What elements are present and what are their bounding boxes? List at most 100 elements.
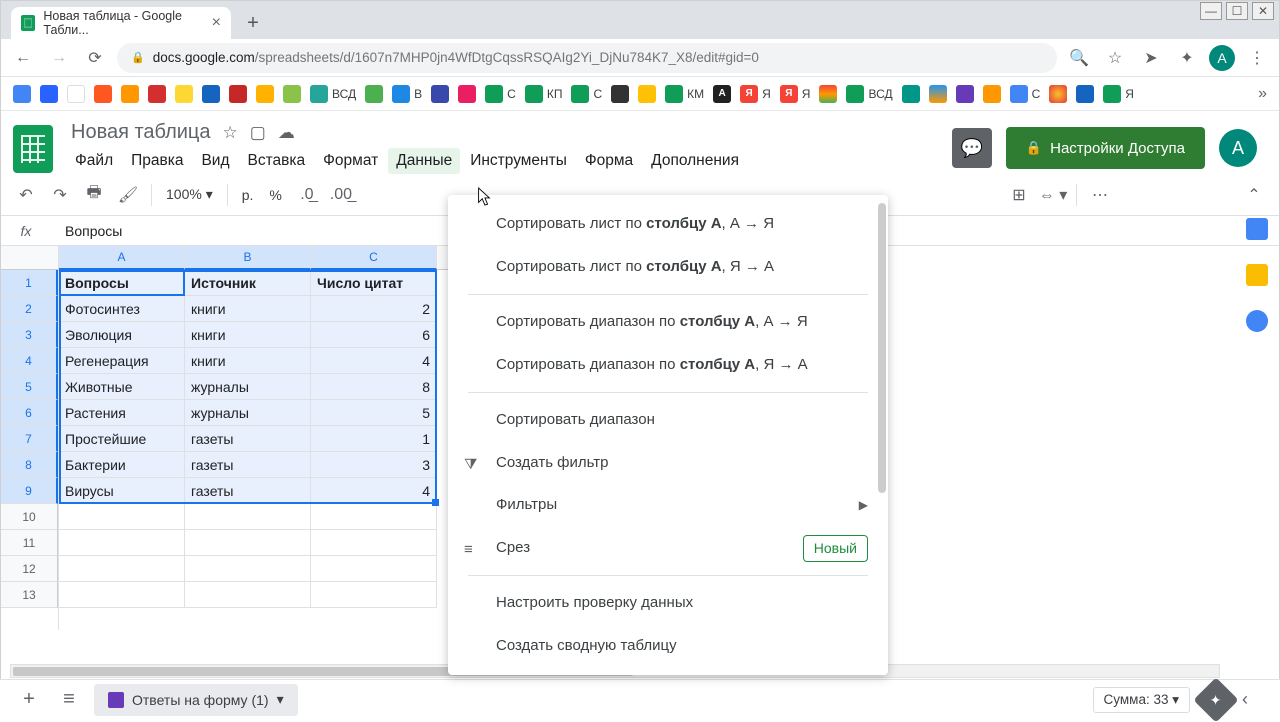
sort-range-asc[interactable]: Сортировать диапазон по столбцу A, А → Я <box>448 301 888 344</box>
bookmark-item[interactable]: КП <box>525 85 563 103</box>
more-toolbar-button[interactable]: ⋯ <box>1085 180 1115 210</box>
column-header[interactable]: B <box>185 246 311 270</box>
cell[interactable] <box>185 530 311 556</box>
row-header[interactable]: 2 <box>1 296 58 322</box>
bookmark-icon[interactable] <box>283 85 301 103</box>
bookmark-icon[interactable] <box>175 85 193 103</box>
account-avatar[interactable]: А <box>1219 129 1257 167</box>
cell[interactable]: книги <box>185 348 311 374</box>
cell[interactable] <box>59 556 185 582</box>
cell[interactable]: Вопросы <box>59 270 185 296</box>
slicer[interactable]: ≡ Срез Новый <box>448 527 888 570</box>
cell[interactable]: Источник <box>185 270 311 296</box>
cell[interactable]: Эволюция <box>59 322 185 348</box>
row-header[interactable]: 1 <box>1 270 58 296</box>
increase-decimal-button[interactable]: .00̲ <box>326 180 356 210</box>
bookmark-item[interactable]: ЯЯ <box>780 85 811 103</box>
bookmark-star-icon[interactable]: ☆ <box>1101 44 1129 72</box>
bookmark-icon[interactable]: A <box>713 85 731 103</box>
bookmark-icon[interactable] <box>94 85 112 103</box>
cell[interactable] <box>185 582 311 608</box>
bookmark-icon[interactable] <box>13 85 31 103</box>
row-header[interactable]: 8 <box>1 452 58 478</box>
menu-файл[interactable]: Файл <box>67 148 121 174</box>
cell[interactable]: Вирусы <box>59 478 185 504</box>
bookmark-icon[interactable] <box>148 85 166 103</box>
tab-close-icon[interactable]: × <box>212 14 221 32</box>
menu-дополнения[interactable]: Дополнения <box>643 148 747 174</box>
add-sheet-button[interactable]: + <box>14 685 44 715</box>
cell[interactable] <box>311 504 437 530</box>
cell[interactable]: 5 <box>311 400 437 426</box>
cell[interactable]: журналы <box>185 400 311 426</box>
bookmark-item[interactable]: С <box>1010 85 1041 103</box>
cell[interactable]: книги <box>185 322 311 348</box>
sum-status[interactable]: Сумма: 33 ▾ <box>1093 687 1190 713</box>
bookmark-item[interactable]: КМ <box>665 85 704 103</box>
bookmark-icon[interactable] <box>202 85 220 103</box>
bookmark-icon[interactable] <box>40 85 58 103</box>
all-sheets-button[interactable]: ≡ <box>54 685 84 715</box>
url-field[interactable]: 🔒 docs.google.com/spreadsheets/d/1607n7M… <box>117 43 1057 73</box>
row-header[interactable]: 4 <box>1 348 58 374</box>
bookmark-icon[interactable] <box>956 85 974 103</box>
new-tab-button[interactable]: + <box>239 9 267 37</box>
bookmark-icon[interactable] <box>983 85 1001 103</box>
merge-button[interactable]: ⇔ ▾ <box>1038 180 1068 210</box>
doc-title[interactable]: Новая таблица <box>71 121 211 144</box>
row-header[interactable]: 3 <box>1 322 58 348</box>
row-header[interactable]: 9 <box>1 478 58 504</box>
browser-profile-avatar[interactable]: A <box>1209 45 1235 71</box>
cell[interactable]: Бактерии <box>59 452 185 478</box>
bookmark-icon[interactable] <box>365 85 383 103</box>
cell[interactable] <box>311 582 437 608</box>
bookmark-item[interactable]: ВСД <box>846 85 892 103</box>
row-header[interactable]: 6 <box>1 400 58 426</box>
bookmark-icon[interactable] <box>458 85 476 103</box>
filters-submenu[interactable]: Фильтры ▶ <box>448 484 888 527</box>
cell[interactable]: Число цитат <box>311 270 437 296</box>
create-filter[interactable]: ⧩ Создать фильтр <box>448 442 888 485</box>
menu-правка[interactable]: Правка <box>123 148 191 174</box>
cell[interactable]: 4 <box>311 478 437 504</box>
cell[interactable]: Растения <box>59 400 185 426</box>
bookmark-item[interactable]: Я <box>1103 85 1134 103</box>
explore-button[interactable]: ✦ <box>1193 677 1238 722</box>
menu-форма[interactable]: Форма <box>577 148 641 174</box>
side-panel-toggle[interactable]: ‹ <box>1242 689 1266 710</box>
bookmark-icon[interactable] <box>67 85 85 103</box>
tasks-icon[interactable] <box>1246 310 1268 332</box>
paint-format-button[interactable]: 🖌 <box>113 180 143 210</box>
cell[interactable]: журналы <box>185 374 311 400</box>
minimize-button[interactable]: — <box>1200 2 1222 20</box>
bookmark-icon[interactable] <box>121 85 139 103</box>
cell[interactable] <box>311 530 437 556</box>
cell[interactable] <box>59 530 185 556</box>
select-all-corner[interactable] <box>1 246 59 270</box>
sheet-tab[interactable]: Ответы на форму (1) ▾ <box>94 684 298 716</box>
bookmark-icon[interactable] <box>902 85 920 103</box>
cell[interactable]: Животные <box>59 374 185 400</box>
column-header[interactable]: A <box>59 246 185 270</box>
sort-sheet-asc[interactable]: Сортировать лист по столбцу A, А → Я <box>448 203 888 246</box>
extensions-icon[interactable]: ✦ <box>1173 44 1201 72</box>
menu-формат[interactable]: Формат <box>315 148 386 174</box>
cell[interactable]: Фотосинтез <box>59 296 185 322</box>
data-validation[interactable]: Настроить проверку данных <box>448 582 888 625</box>
bookmark-icon[interactable] <box>1049 85 1067 103</box>
zoom-select[interactable]: 100% ▾ <box>160 186 219 203</box>
cell[interactable] <box>59 504 185 530</box>
bookmark-icon[interactable] <box>229 85 247 103</box>
bookmark-item[interactable]: ЯЯ <box>740 85 771 103</box>
bookmark-icon[interactable] <box>431 85 449 103</box>
collapse-toolbar-button[interactable]: ⌃ <box>1239 180 1269 210</box>
bookmark-item[interactable]: ВСД <box>310 85 356 103</box>
maximize-button[interactable]: ☐ <box>1226 2 1248 20</box>
cloud-status-icon[interactable]: ☁ <box>278 123 295 143</box>
row-header[interactable]: 12 <box>1 556 58 582</box>
keep-icon[interactable] <box>1246 264 1268 286</box>
cell[interactable] <box>311 556 437 582</box>
row-header[interactable]: 7 <box>1 426 58 452</box>
pivot-table[interactable]: Создать сводную таблицу <box>448 625 888 668</box>
close-button[interactable]: ✕ <box>1252 2 1274 20</box>
